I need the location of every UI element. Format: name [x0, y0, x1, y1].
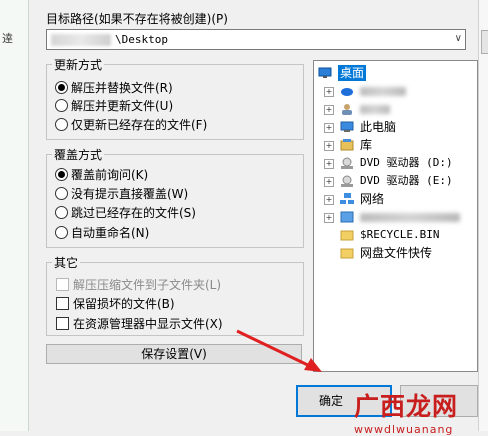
annotation-arrow-icon	[236, 329, 322, 372]
watermark: 广西龙网 wwwdlwuanang	[354, 387, 458, 436]
watermark-main: 广西龙网	[354, 392, 459, 421]
ok-button-label: 确定	[318, 394, 343, 408]
watermark-sub: wwwdlwuanang	[354, 423, 454, 436]
